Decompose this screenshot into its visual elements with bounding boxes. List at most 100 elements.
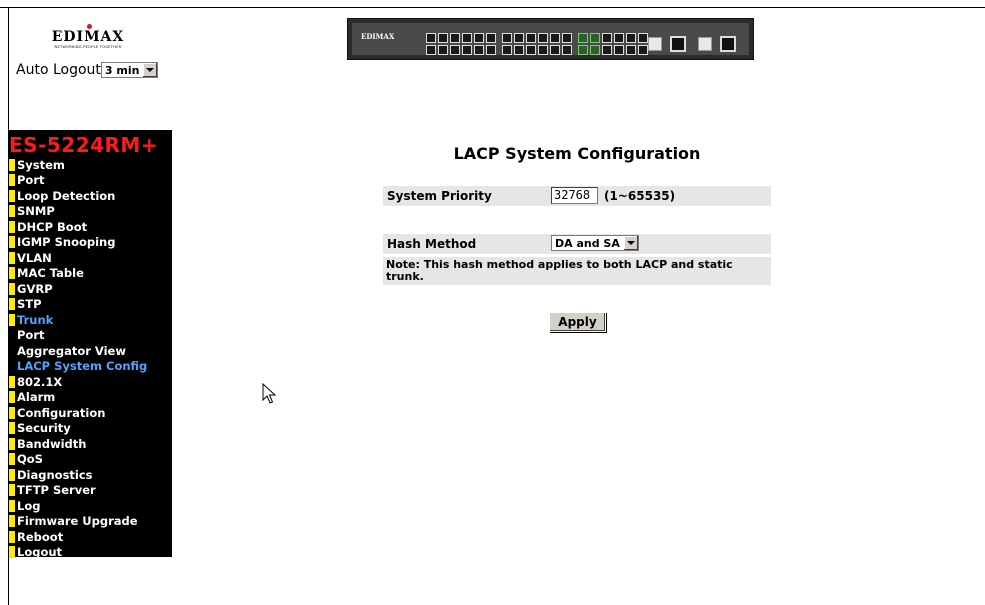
uplink-port-1 [670,36,686,52]
sidebar-item-qos[interactable]: QoS [9,452,172,468]
yellow-bullet-icon [9,499,15,512]
yellow-bullet-icon [9,158,15,171]
chevron-down-icon[interactable] [142,63,158,77]
yellow-bullet-icon [9,375,15,388]
sidebar-item-label: Firmware Upgrade [17,514,138,529]
sidebar-item-label: Security [17,421,71,436]
yellow-bullet-icon [9,391,15,404]
switch-brand-label: EDIMAX [361,32,395,41]
yellow-bullet-icon [9,251,15,264]
sidebar-item-label: Configuration [17,405,106,420]
sidebar-item-label: Aggregator View [17,343,126,358]
logo-dot [87,24,92,29]
system-priority-input[interactable]: 32768 [551,187,598,204]
sidebar-item-log[interactable]: Log [9,498,172,514]
sidebar-item-label: QoS [17,452,43,467]
sidebar-item-label: Alarm [17,390,56,405]
page-title: LACP System Configuration [453,144,701,163]
sidebar-item-port[interactable]: Port [9,328,172,344]
yellow-bullet-icon [9,422,15,435]
sidebar-item-label: DHCP Boot [17,219,88,234]
sidebar-item-port[interactable]: Port [9,173,172,189]
auto-logout-select[interactable]: 3 min [100,62,159,78]
model-name: ES-5224RM+ [9,133,159,157]
hash-method-value-cell: DA and SA [551,235,639,251]
yellow-bullet-icon [9,189,15,202]
yellow-bullet-icon [9,406,15,419]
system-priority-label: System Priority [387,189,492,203]
sfp-slot-2 [698,37,712,51]
sidebar-item-label: Diagnostics [17,467,93,482]
system-priority-row: System Priority 32768 (1~65535) [383,186,771,206]
yellow-bullet-icon [9,515,15,528]
sidebar-item-label: Port [17,173,45,188]
sidebar-item-dhcp-boot[interactable]: DHCP Boot [9,219,172,235]
yellow-bullet-icon [9,453,15,466]
sidebar-item-label: VLAN [17,250,52,265]
switch-front-panel-image: EDIMAX [347,18,754,60]
sidebar-item-label: TFTP Server [17,483,96,498]
sidebar-item-loop-detection[interactable]: Loop Detection [9,188,172,204]
mouse-pointer-icon [262,383,276,404]
yellow-bullet-icon [9,236,15,249]
sidebar-item-diagnostics[interactable]: Diagnostics [9,467,172,483]
chevron-down-icon[interactable] [622,236,638,250]
auto-logout: Auto Logout 3 min [16,62,159,78]
sidebar-item-label: Trunk [17,312,54,327]
sidebar-menu: ES-5224RM+ System Port Loop Detection SNMP D… [9,130,172,560]
yellow-bullet-icon [9,267,15,280]
sidebar-item-vlan[interactable]: VLAN [9,250,172,266]
sidebar-item-label: Loop Detection [17,188,116,203]
sfp-slot-1 [648,37,662,51]
sidebar-item-system[interactable]: System [9,157,172,173]
sidebar-item-igmp-snooping[interactable]: IGMP Snooping [9,235,172,251]
sidebar-item-gvrp[interactable]: GVRP [9,281,172,297]
hash-method-select[interactable]: DA and SA [551,235,639,251]
sidebar-item-label: LACP System Config [17,359,148,374]
yellow-bullet-icon [9,530,15,543]
yellow-bullet-icon [9,313,15,326]
sidebar-item-lacp-system-config[interactable]: LACP System Config [9,359,172,375]
apply-button[interactable]: Apply [549,312,606,332]
sidebar-item-label: Logout [17,545,63,560]
sidebar-item-label: Port [17,328,45,343]
window-top-border [0,7,985,8]
edimax-logo: EDIMAX NETWORKING PEOPLE TOGETHER [38,24,138,50]
port-group-1 [426,33,496,55]
auto-logout-label: Auto Logout [16,62,101,78]
menu-list: System Port Loop Detection SNMP DHCP Boot IGM… [9,157,172,560]
sidebar-item-alarm[interactable]: Alarm [9,390,172,406]
sidebar-item-security[interactable]: Security [9,421,172,437]
sidebar-item-aggregator-view[interactable]: Aggregator View [9,343,172,359]
yellow-bullet-icon [9,484,15,497]
yellow-bullet-icon [9,205,15,218]
yellow-bullet-icon [9,282,15,295]
hash-method-value: DA and SA [555,236,620,250]
sidebar-item-snmp[interactable]: SNMP [9,204,172,220]
sidebar-item-label: System [17,157,65,172]
logo-tagline: NETWORKING PEOPLE TOGETHER [54,45,122,49]
sidebar-item-label: SNMP [17,204,55,219]
switch-panel: EDIMAX [352,23,749,55]
sidebar-item-logout[interactable]: Logout [9,545,172,561]
sidebar-item-configuration[interactable]: Configuration [9,405,172,421]
sidebar-item-reboot[interactable]: Reboot [9,529,172,545]
system-priority-range: (1~65535) [604,188,676,203]
port-group-3 [578,33,648,55]
sidebar-item-label: IGMP Snooping [17,235,116,250]
sidebar-item-bandwidth[interactable]: Bandwidth [9,436,172,452]
sidebar-item-trunk[interactable]: Trunk [9,312,172,328]
sidebar-item-label: STP [17,297,42,312]
sidebar-item-mac-table[interactable]: MAC Table [9,266,172,282]
sidebar-item-stp[interactable]: STP [9,297,172,313]
sidebar-item-label: GVRP [17,281,53,296]
sidebar-item-802-1x[interactable]: 802.1X [9,374,172,390]
sidebar-item-label: MAC Table [17,266,84,281]
sidebar-item-firmware-upgrade[interactable]: Firmware Upgrade [9,514,172,530]
sidebar-item-tftp-server[interactable]: TFTP Server [9,483,172,499]
sidebar-item-label: 802.1X [17,374,63,389]
yellow-bullet-icon [9,220,15,233]
yellow-bullet-icon [9,546,15,559]
yellow-bullet-icon [9,298,15,311]
hash-method-label: Hash Method [387,237,477,251]
